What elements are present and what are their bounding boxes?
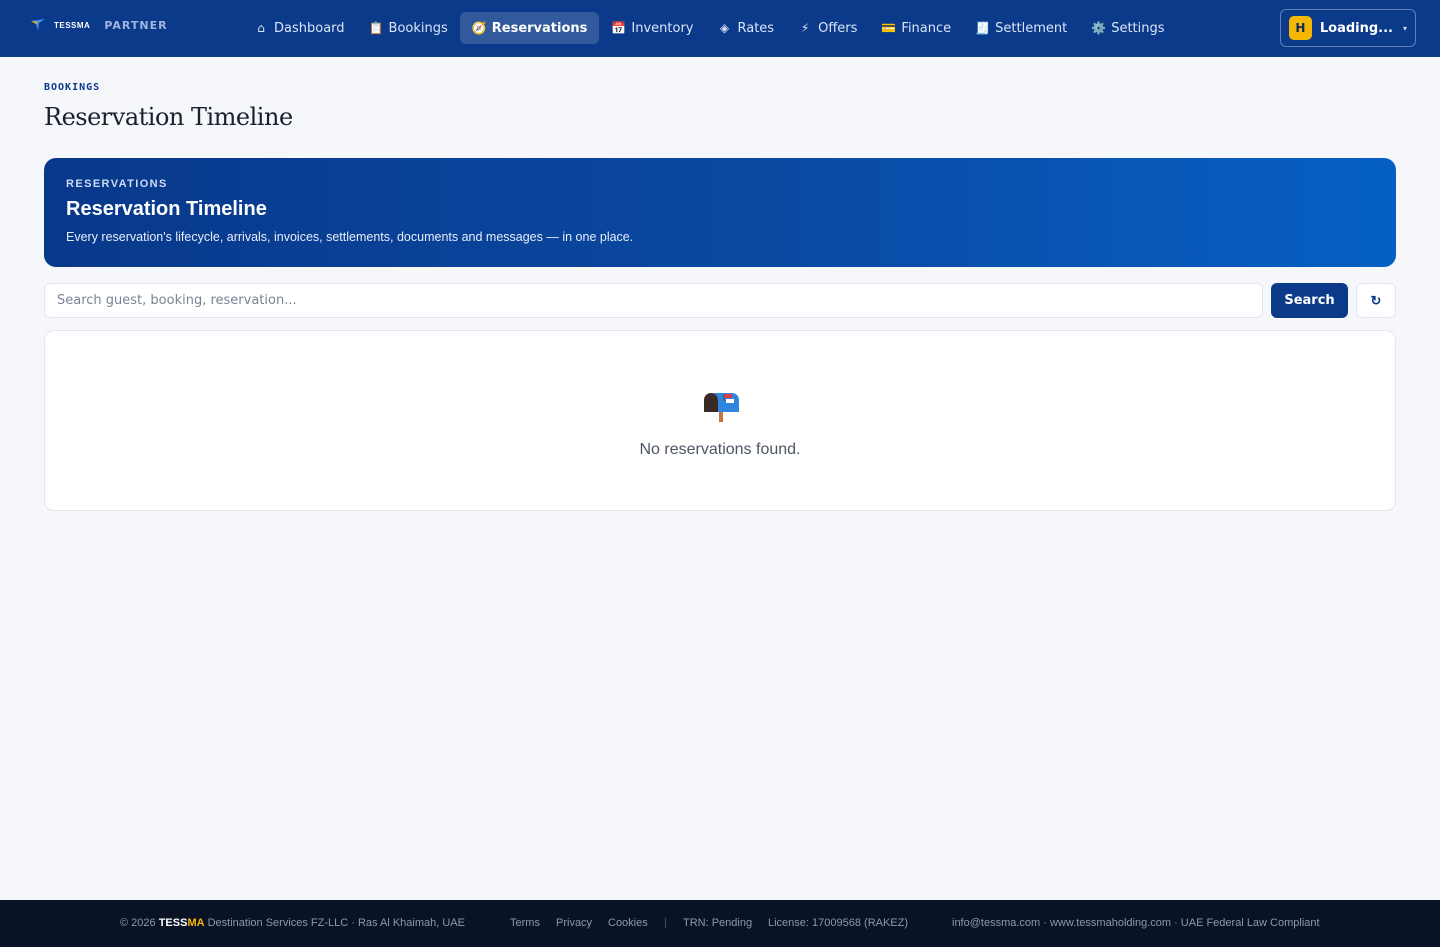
nav-label: Dashboard: [274, 20, 345, 36]
footer: © 2026 TESSMA Destination Services FZ-LL…: [0, 900, 1440, 947]
brand-logo[interactable]: TESSMA PARTNER: [30, 18, 168, 32]
nav-label: Offers: [818, 20, 858, 36]
credit-card-icon: 💳: [881, 21, 897, 35]
hero-subtitle: Every reservation's lifecycle, arrivals,…: [66, 230, 634, 244]
brand-partner-tag: PARTNER: [104, 18, 168, 32]
hero-banner: RESERVATIONS Reservation Timeline Every …: [44, 158, 1396, 267]
footer-link-cookies[interactable]: Cookies: [608, 917, 648, 929]
diamond-icon: ◈: [719, 21, 730, 35]
search-button[interactable]: Search: [1271, 283, 1348, 318]
lightning-icon: ⚡: [800, 21, 810, 35]
nav-label: Bookings: [388, 20, 448, 36]
home-icon: ⌂: [257, 21, 265, 35]
empty-state-message: No reservations found.: [639, 441, 801, 458]
tessma-logo-icon: [31, 19, 45, 31]
footer-copyright: © 2026 TESSMA Destination Services FZ-LL…: [120, 917, 465, 929]
compass-icon: 🧭: [471, 21, 487, 35]
footer-link-privacy[interactable]: Privacy: [556, 917, 592, 929]
breadcrumb: BOOKINGS: [44, 82, 101, 93]
footer-contact: info@tessma.com · www.tessmaholding.com …: [952, 917, 1320, 929]
nav-item-offers[interactable]: ⚡ Offers: [786, 12, 869, 44]
refresh-button[interactable]: ↻: [1356, 283, 1396, 318]
nav-item-bookings[interactable]: 📋 Bookings: [357, 12, 460, 44]
nav-label: Settings: [1111, 20, 1165, 36]
mailbox-icon: [704, 393, 739, 422]
reservations-list: No reservations found.: [44, 330, 1396, 511]
page-title: Reservation Timeline: [44, 103, 293, 131]
calendar-icon: 📅: [611, 21, 627, 35]
receipt-icon: 🧾: [975, 21, 991, 35]
user-menu-button[interactable]: H Loading... ▾: [1280, 9, 1416, 47]
footer-company: Destination Services FZ-LLC · Ras Al Kha…: [207, 917, 465, 929]
search-input[interactable]: [44, 283, 1263, 318]
top-navbar: TESSMA PARTNER ⌂ Dashboard 📋 Bookings 🧭 …: [0, 0, 1440, 57]
gear-icon: ⚙️: [1091, 21, 1107, 35]
user-name-label: Loading...: [1319, 20, 1393, 36]
footer-separator: |: [664, 917, 667, 929]
nav-label: Reservations: [491, 20, 588, 36]
footer-brand-part2: MA: [187, 917, 205, 929]
nav-label: Rates: [737, 20, 775, 36]
nav-item-rates[interactable]: ◈ Rates: [706, 12, 787, 44]
nav-item-settlement[interactable]: 🧾 Settlement: [963, 12, 1079, 44]
brand-name: TESSMA: [54, 20, 91, 30]
nav-item-dashboard[interactable]: ⌂ Dashboard: [242, 12, 357, 44]
nav-label: Inventory: [631, 20, 694, 36]
footer-brand-part1: TESS: [158, 917, 188, 929]
nav-item-inventory[interactable]: 📅 Inventory: [599, 12, 705, 44]
main-nav: ⌂ Dashboard 📋 Bookings 🧭 Reservations 📅 …: [242, 12, 1177, 44]
clipboard-icon: 📋: [368, 21, 384, 35]
footer-trn: TRN: Pending: [683, 917, 753, 929]
footer-link-terms[interactable]: Terms: [510, 917, 540, 929]
nav-item-settings[interactable]: ⚙️ Settings: [1079, 12, 1176, 44]
chevron-down-icon: ▾: [1402, 23, 1407, 33]
nav-label: Finance: [901, 20, 952, 36]
avatar: H: [1289, 16, 1312, 40]
copyright-year: © 2026: [120, 917, 156, 929]
footer-license: License: 17009568 (RAKEZ): [768, 917, 909, 929]
hero-eyebrow: RESERVATIONS: [66, 178, 168, 190]
refresh-icon: ↻: [1370, 292, 1382, 308]
nav-item-reservations[interactable]: 🧭 Reservations: [459, 12, 600, 44]
hero-title: Reservation Timeline: [66, 198, 267, 220]
nav-item-finance[interactable]: 💳 Finance: [869, 12, 963, 44]
nav-label: Settlement: [995, 20, 1068, 36]
